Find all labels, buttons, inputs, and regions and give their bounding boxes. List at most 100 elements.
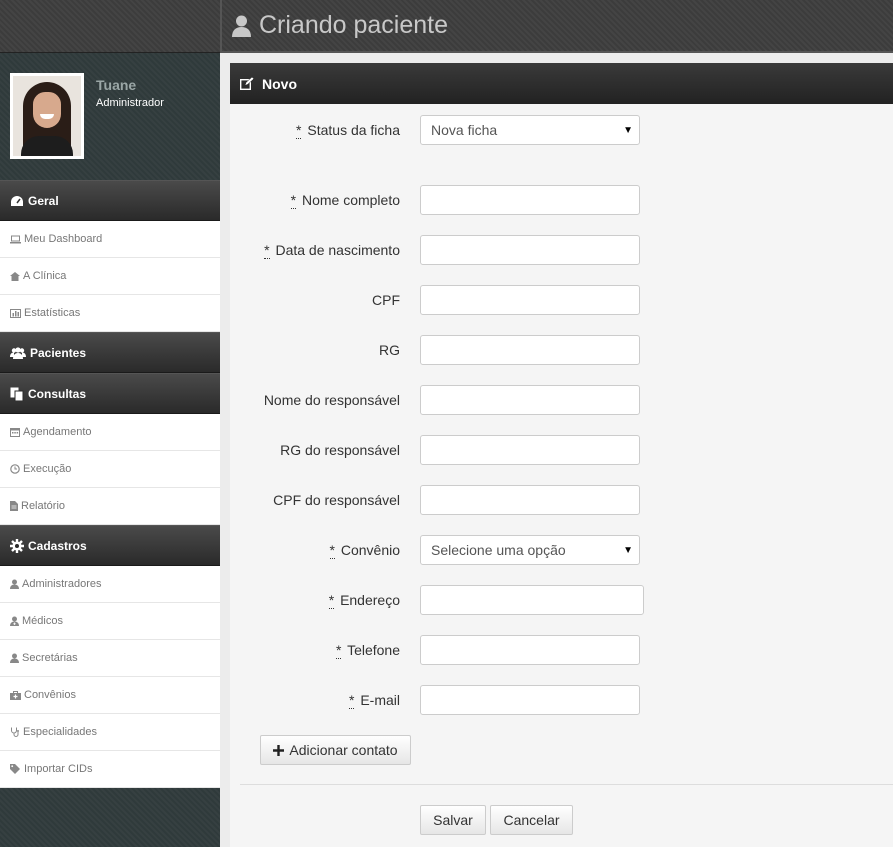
cpf-responsavel-input[interactable] (420, 485, 640, 515)
sidebar-item-convenios[interactable]: Convênios (0, 677, 220, 714)
avatar[interactable] (10, 73, 84, 159)
gear-icon (10, 538, 24, 553)
user-icon (10, 653, 19, 663)
nome-responsavel-input[interactable] (420, 385, 640, 415)
calendar-icon (10, 428, 20, 437)
sidebar-item-execucao[interactable]: Execução (0, 451, 220, 488)
users-icon (10, 346, 26, 359)
home-icon (10, 271, 20, 281)
stethoscope-icon (11, 727, 19, 737)
sidebar-item-agendamento[interactable]: Agendamento (0, 414, 220, 451)
label-text: Convênio (340, 542, 400, 558)
nome-label: * Nome completo (230, 192, 400, 209)
sidebar-item-label: Especialidades (23, 726, 97, 738)
user-profile: Tuane Administrador (0, 53, 220, 180)
file-icon (10, 501, 18, 511)
email-input[interactable] (420, 685, 640, 715)
sidebar-item-secretarias[interactable]: Secretárias (0, 640, 220, 677)
save-button[interactable]: Salvar (420, 805, 486, 835)
required-mark: * (328, 592, 335, 609)
cpf-label: CPF (372, 292, 400, 308)
label-text: Status da ficha (307, 122, 400, 138)
sidebar-item-label: Secretárias (22, 652, 78, 664)
user-name: Tuane (96, 77, 137, 93)
sidebar-top-bar (0, 0, 220, 53)
rg-responsavel-label: RG do responsável (280, 442, 400, 458)
clock-icon (10, 464, 20, 474)
status-select[interactable]: Nova ficha ▼ (420, 115, 640, 145)
copy-icon (10, 387, 24, 401)
page-header: Criando paciente (220, 0, 893, 53)
sidebar-item-especialidades[interactable]: Especialidades (0, 714, 220, 751)
user-icon (232, 15, 251, 37)
rg-input[interactable] (420, 335, 640, 365)
nav-section-label: Pacientes (30, 345, 87, 360)
avatar-photo (13, 76, 81, 156)
sidebar-item-clinica[interactable]: A Clínica (0, 258, 220, 295)
endereco-input[interactable] (420, 585, 644, 615)
nav-section-consultas[interactable]: Consultas (0, 373, 220, 414)
add-contact-button[interactable]: Adicionar contato (260, 735, 411, 765)
nav-section-geral[interactable]: Geral (0, 180, 220, 221)
nav-section-label: Cadastros (28, 538, 87, 553)
rg-responsavel-input[interactable] (420, 435, 640, 465)
cancel-button[interactable]: Cancelar (490, 805, 573, 835)
telefone-label: * Telefone (230, 642, 400, 659)
required-mark: * (329, 542, 335, 559)
nav-section-label: Consultas (28, 386, 87, 401)
user-role: Administrador (96, 97, 164, 109)
status-select-value: Nova ficha (431, 122, 498, 138)
convenio-label: * Convênio (230, 542, 400, 559)
status-label: * Status da ficha (230, 122, 400, 139)
sidebar-item-medicos[interactable]: Médicos (0, 603, 220, 640)
sidebar-item-label: Execução (23, 463, 72, 475)
add-contact-label: Adicionar contato (289, 742, 398, 758)
cpf-input[interactable] (420, 285, 640, 315)
plus-icon (273, 744, 285, 756)
form-panel: Novo * Status da ficha Nova ficha ▼ * No… (230, 63, 893, 847)
tags-icon (10, 764, 20, 774)
sidebar-item-label: Relatório (21, 500, 66, 512)
cpf-responsavel-label: CPF do responsável (273, 492, 400, 508)
sidebar-item-importar-cids[interactable]: Importar CIDs (0, 751, 220, 788)
label-text: E-mail (360, 692, 400, 708)
sidebar-item-label: Agendamento (23, 426, 92, 438)
nome-input[interactable] (420, 185, 640, 215)
convenio-select[interactable]: Selecione uma opção ▼ (420, 535, 640, 565)
chevron-down-icon: ▼ (623, 125, 633, 136)
required-mark: * (296, 122, 302, 139)
email-label: * E-mail (230, 692, 400, 709)
edit-icon (240, 77, 254, 90)
laptop-icon (10, 235, 21, 243)
page-title-text: Criando paciente (259, 11, 449, 39)
rg-label: RG (379, 342, 400, 358)
user-md-icon (10, 616, 19, 626)
sidebar-item-label: Estatísticas (24, 307, 81, 319)
nav-section-pacientes[interactable]: Pacientes (0, 332, 220, 373)
medkit-icon (10, 690, 21, 700)
sidebar-item-label: Convênios (24, 689, 76, 701)
nome-responsavel-label: Nome do responsável (263, 392, 400, 408)
endereco-label: * Endereço (230, 592, 400, 609)
telefone-input[interactable] (420, 635, 640, 665)
label-text: Data de nascimento (275, 242, 400, 258)
nav-section-label: Geral (28, 193, 59, 208)
nav-section-cadastros[interactable]: Cadastros (0, 525, 220, 566)
sidebar-item-label: A Clínica (23, 270, 67, 282)
sidebar-item-dashboard[interactable]: Meu Dashboard (0, 221, 220, 258)
save-label: Salvar (433, 812, 473, 828)
sidebar-item-administradores[interactable]: Administradores (0, 566, 220, 603)
sidebar-item-relatorio[interactable]: Relatório (0, 488, 220, 525)
dashboard-icon (11, 195, 23, 206)
nascimento-input[interactable] (420, 235, 640, 265)
label-text: Nome completo (301, 192, 400, 208)
sidebar-item-label: Médicos (22, 615, 63, 627)
cancel-label: Cancelar (503, 812, 560, 828)
user-icon (10, 579, 19, 589)
label-text: Telefone (347, 642, 400, 658)
sidebar-item-estatisticas[interactable]: Estatísticas (0, 295, 220, 332)
form-divider (240, 784, 893, 785)
sidebar-item-label: Meu Dashboard (24, 233, 103, 245)
required-mark: * (348, 692, 355, 709)
sidebar-item-label: Importar CIDs (24, 763, 93, 775)
